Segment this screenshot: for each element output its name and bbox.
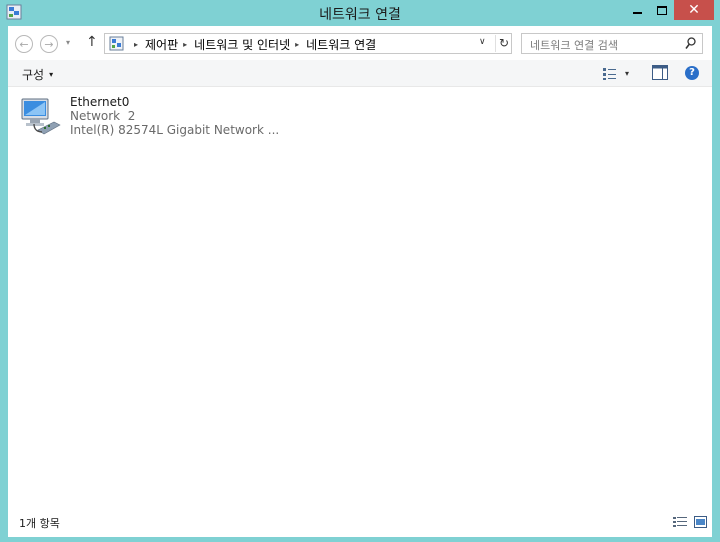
chevron-down-icon: ▾: [625, 69, 630, 78]
breadcrumb: ▸ 제어판 ▸ 네트워크 및 인터넷 ▸ 네트워크 연결: [129, 36, 376, 53]
search-input[interactable]: 네트워크 연결 검색: [530, 37, 618, 53]
close-icon: ✕: [688, 2, 700, 18]
forward-arrow-icon: →: [44, 37, 54, 51]
control-panel-icon: [109, 36, 124, 51]
breadcrumb-separator-icon[interactable]: ▸: [295, 40, 299, 49]
command-bar: 구성 ▾ ▾ ?: [8, 60, 712, 87]
connection-network: Network 2: [70, 109, 136, 123]
list-item[interactable]: Ethernet0 Network 2 Intel(R) 82574L Giga…: [20, 94, 279, 140]
connection-device: Intel(R) 82574L Gigabit Network ...: [70, 123, 280, 137]
breadcrumb-control-panel[interactable]: 제어판: [145, 36, 178, 53]
maximize-button[interactable]: [650, 0, 674, 20]
large-icons-view-button[interactable]: [694, 516, 707, 528]
navigation-bar: ← → ▾ ↑ ▸ 제어판 ▸ 네트워크 및 인터넷 ▸ 네트워크 연결 ∨ ↻…: [8, 26, 712, 60]
breadcrumb-network-connections[interactable]: 네트워크 연결: [306, 36, 376, 53]
forward-button[interactable]: →: [40, 35, 58, 53]
recent-locations-button[interactable]: ▾: [66, 38, 70, 47]
window-title: 네트워크 연결: [319, 7, 401, 23]
network-connections-window: 네트워크 연결 ✕ ← → ▾ ↑ ▸ 제어판 ▸ 네트워크 및 인터넷 ▸ 네…: [0, 0, 720, 542]
back-arrow-icon: ←: [19, 37, 29, 51]
maximize-icon: [657, 5, 667, 15]
title-bar[interactable]: 네트워크 연결 ✕: [0, 0, 720, 26]
breadcrumb-separator-icon[interactable]: ▸: [134, 40, 138, 49]
minimize-button[interactable]: [624, 0, 650, 20]
preview-pane-button[interactable]: [652, 65, 668, 80]
view-options-icon: [603, 67, 616, 80]
organize-menu-button[interactable]: 구성 ▾: [22, 66, 53, 83]
change-view-button[interactable]: ▾: [602, 65, 636, 82]
breadcrumb-network-internet[interactable]: 네트워크 및 인터넷: [194, 36, 290, 53]
close-button[interactable]: ✕: [674, 0, 714, 20]
address-dropdown-button[interactable]: ∨: [479, 37, 486, 47]
breadcrumb-separator-icon[interactable]: ▸: [183, 40, 187, 49]
explorer-client: ← → ▾ ↑ ▸ 제어판 ▸ 네트워크 및 인터넷 ▸ 네트워크 연결 ∨ ↻…: [8, 26, 712, 537]
search-box[interactable]: 네트워크 연결 검색: [521, 33, 703, 54]
up-button[interactable]: ↑: [86, 34, 98, 50]
item-count: 1개 항목: [19, 517, 60, 530]
search-icon: [685, 37, 696, 49]
connections-list: Ethernet0 Network 2 Intel(R) 82574L Giga…: [8, 88, 712, 508]
help-button[interactable]: ?: [685, 66, 699, 80]
status-bar: 1개 항목: [8, 508, 712, 537]
refresh-button[interactable]: ↻: [495, 35, 512, 52]
organize-label: 구성: [22, 68, 45, 82]
connection-name: Ethernet0: [70, 95, 130, 109]
network-adapter-icon: [21, 98, 61, 135]
details-view-button[interactable]: [673, 516, 687, 528]
chevron-down-icon: ▾: [49, 70, 54, 79]
address-bar[interactable]: ▸ 제어판 ▸ 네트워크 및 인터넷 ▸ 네트워크 연결 ∨ ↻: [104, 33, 512, 54]
back-button[interactable]: ←: [15, 35, 33, 53]
minimize-icon: [632, 12, 642, 14]
